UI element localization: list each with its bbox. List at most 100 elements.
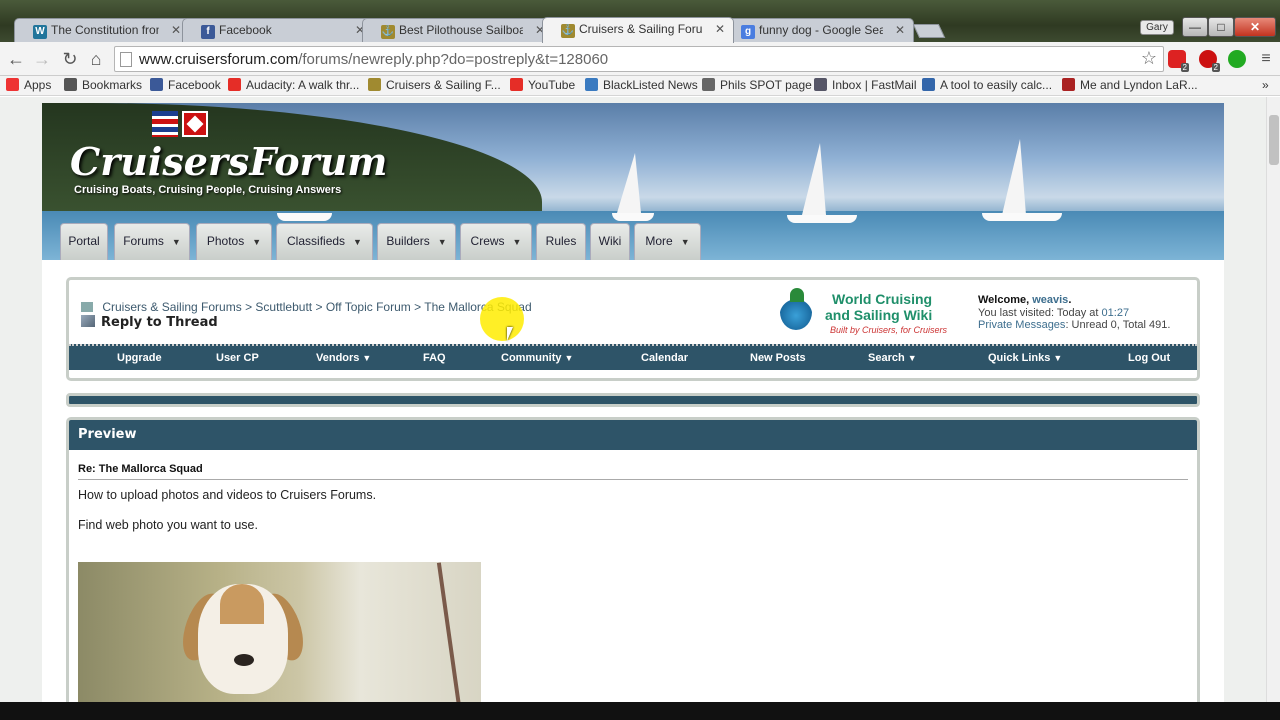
extension-green-icon[interactable] — [1228, 50, 1246, 68]
chevron-down-icon: ▼ — [353, 237, 362, 247]
tab-constitution[interactable]: W The Constitution from the ✕ — [14, 18, 190, 43]
post-divider — [78, 479, 1188, 480]
nav-tab-builders[interactable]: Builders ▼ — [377, 223, 456, 260]
home-icon[interactable]: ⌂ — [86, 49, 106, 69]
nav-tab-classifieds[interactable]: Classifieds ▼ — [276, 223, 373, 260]
nav-tab-label: Photos — [206, 234, 245, 248]
post-text-line: Find web photo you want to use. — [78, 518, 258, 532]
breadcrumb-link[interactable]: Scuttlebutt — [255, 300, 312, 314]
divider-bar — [66, 393, 1200, 407]
calc-icon — [922, 78, 935, 91]
nav-tab-photos[interactable]: Photos ▼ — [196, 223, 272, 260]
navbar-user-cp[interactable]: User CP — [216, 352, 259, 364]
close-tab-icon[interactable]: ✕ — [895, 23, 905, 37]
tab-title: Cruisers & Sailing Forums — [579, 22, 703, 36]
site-tagline: Cruising Boats, Cruising People, Cruisin… — [74, 184, 342, 196]
extension-badge: 2 — [1180, 63, 1189, 72]
address-bar[interactable]: www.cruisersforum.com/forums/newreply.ph… — [114, 46, 1164, 72]
signal-flag-icon — [152, 111, 178, 137]
back-icon[interactable]: ← — [6, 49, 26, 69]
spot-icon — [702, 78, 715, 91]
navbar-label: Community — [501, 352, 562, 364]
navbar-upgrade[interactable]: Upgrade — [117, 352, 162, 364]
breadcrumb-separator: > — [245, 300, 253, 314]
extension-red-icon[interactable]: 2 — [1168, 50, 1189, 72]
navbar-search[interactable]: Search ▼ — [868, 352, 917, 364]
bookmark-apps[interactable]: Apps — [6, 78, 51, 92]
bookmark-spot[interactable]: Phils SPOT page — [702, 78, 812, 92]
close-tab-icon[interactable]: ✕ — [715, 22, 725, 36]
nav-tab-label: Portal — [68, 234, 100, 248]
nav-tab-rules[interactable]: Rules — [536, 223, 586, 260]
globe-icon — [585, 78, 598, 91]
new-tab-button[interactable] — [912, 24, 946, 38]
bookmarks-overflow-icon[interactable]: » — [1262, 78, 1269, 92]
bookmark-fastmail[interactable]: Inbox | FastMail — [814, 78, 916, 92]
navbar-calendar[interactable]: Calendar — [641, 352, 688, 364]
welcome-panel: Welcome, weavis. You last visited: Today… — [978, 294, 1171, 331]
tab-pilothouse[interactable]: ⚓ Best Pilothouse Sailboat? ✕ — [362, 18, 554, 43]
bookmark-audacity[interactable]: Audacity: A walk thr... — [228, 78, 359, 92]
bookmark-blacklisted[interactable]: BlackListed News — [585, 78, 698, 92]
scrollbar-thumb[interactable] — [1269, 115, 1279, 165]
username-link[interactable]: weavis — [1032, 294, 1068, 306]
tab-cruisers-forum[interactable]: ⚓ Cruisers & Sailing Forums ✕ — [542, 17, 734, 43]
sailboat-hull — [277, 213, 332, 221]
navbar-vendors[interactable]: Vendors ▼ — [316, 352, 371, 364]
navbar-new-posts[interactable]: New Posts — [750, 352, 806, 364]
private-messages-link[interactable]: Private Messages — [978, 319, 1065, 331]
minimize-button[interactable]: — — [1182, 17, 1208, 37]
chevron-down-icon: ▼ — [437, 237, 447, 247]
menu-icon[interactable]: ≡ — [1256, 49, 1276, 69]
nav-tab-label: Wiki — [598, 234, 622, 248]
bookmark-star-icon[interactable]: ☆ — [1141, 48, 1157, 69]
sailboat-hull — [612, 213, 654, 221]
nav-tab-portal[interactable]: Portal — [60, 223, 108, 260]
chevron-down-icon: ▼ — [680, 237, 690, 247]
navbar-faq[interactable]: FAQ — [423, 352, 446, 364]
wiki-logo[interactable]: World Cruising and Sailing Wiki Built by… — [780, 288, 955, 336]
breadcrumb-link[interactable]: Cruisers & Sailing Forums — [102, 300, 241, 314]
navbar-label: Calendar — [641, 352, 689, 364]
forum-page: CruisersForum Cruising Boats, Cruising P… — [42, 103, 1224, 702]
nav-tab-label: Builders — [386, 234, 430, 248]
nav-tab-wiki[interactable]: Wiki — [590, 223, 630, 260]
vertical-scrollbar[interactable] — [1266, 97, 1280, 702]
extension-stop-icon[interactable]: 2 — [1199, 50, 1220, 72]
forum-home-icon[interactable] — [81, 302, 93, 312]
site-logo[interactable]: CruisersForum — [70, 139, 387, 184]
tab-title: Best Pilothouse Sailboat? — [399, 23, 523, 37]
apps-grid-icon — [6, 78, 19, 91]
bookmark-cruisers[interactable]: Cruisers & Sailing F... — [368, 78, 501, 92]
close-window-button[interactable]: ✕ — [1234, 17, 1276, 37]
tab-google-search[interactable]: g funny dog - Google Searc ✕ — [722, 18, 914, 43]
reload-icon[interactable]: ↻ — [60, 49, 80, 69]
navbar-quick-links[interactable]: Quick Links ▼ — [988, 352, 1062, 364]
bookmark-bookmarks[interactable]: Bookmarks — [64, 78, 142, 92]
last-visited-label: You last visited: Today at — [978, 306, 1099, 319]
bottom-strip — [0, 702, 1280, 720]
breadcrumb-separator: > — [315, 300, 323, 314]
navbar-log-out[interactable]: Log Out — [1128, 352, 1170, 364]
tab-facebook[interactable]: f Facebook ✕ — [182, 18, 374, 43]
url-path: /forums/newreply.php?do=postreply&t=1280… — [298, 51, 609, 68]
nav-tab-more[interactable]: More ▼ — [634, 223, 701, 260]
nav-tab-crews[interactable]: Crews ▼ — [460, 223, 532, 260]
navbar-label: Vendors — [316, 352, 360, 364]
navbar-community[interactable]: Community ▼ — [501, 352, 573, 364]
post-text-line: How to upload photos and videos to Cruis… — [78, 488, 377, 502]
bookmark-facebook[interactable]: Facebook — [150, 78, 221, 92]
caret-down-icon: ▼ — [907, 353, 917, 363]
close-tab-icon[interactable]: ✕ — [171, 23, 181, 37]
breadcrumb-link[interactable]: Off Topic Forum — [326, 300, 411, 314]
bookmark-label: Phils SPOT page — [720, 78, 812, 92]
bookmark-youtube[interactable]: YouTube — [510, 78, 575, 92]
profile-badge[interactable]: Gary — [1140, 20, 1174, 35]
navbar-label: Search — [868, 352, 905, 364]
maximize-button[interactable]: □ — [1208, 17, 1234, 37]
bookmark-lyndon[interactable]: Me and Lyndon LaR... — [1062, 78, 1198, 92]
bookmark-calc[interactable]: A tool to easily calc... — [922, 78, 1052, 92]
nav-tab-forums[interactable]: Forums ▼ — [114, 223, 190, 260]
page-title: Reply to Thread — [81, 315, 218, 330]
forward-icon[interactable]: → — [32, 49, 52, 69]
